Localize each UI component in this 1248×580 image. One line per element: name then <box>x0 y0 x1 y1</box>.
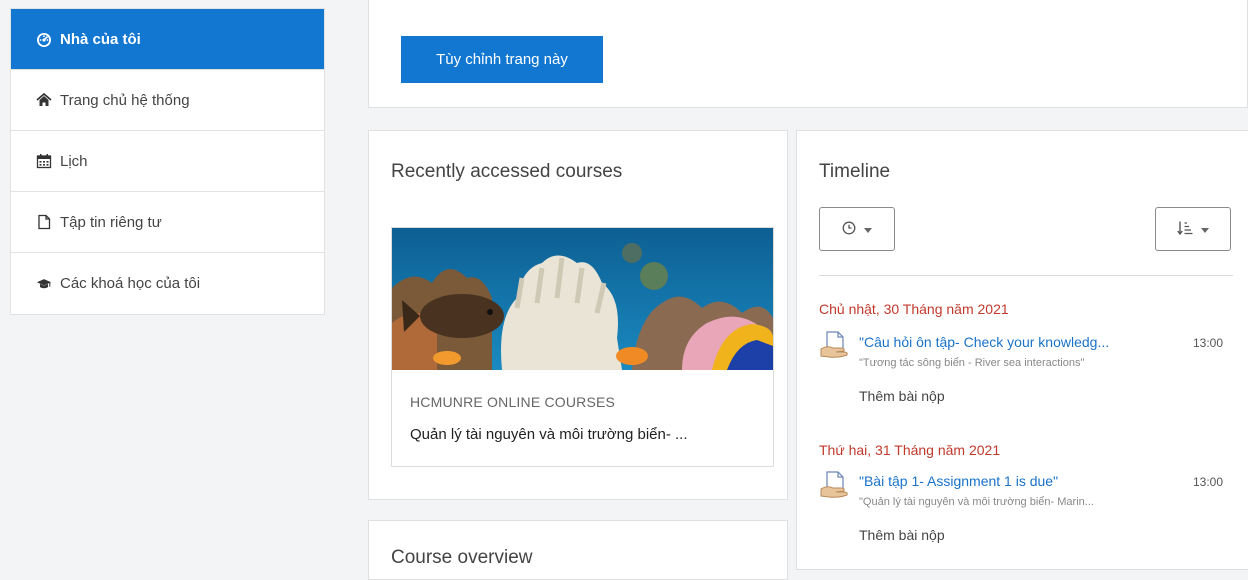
sidebar-item-label: Các khoá học của tôi <box>60 275 201 292</box>
timeline-date: Chủ nhật, 30 Tháng năm 2021 <box>819 301 1009 317</box>
timeline-event-link[interactable]: "Bài tập 1- Assignment 1 is due" <box>859 473 1058 489</box>
assignment-icon <box>820 331 848 358</box>
timeline-event-link[interactable]: "Câu hỏi ôn tập- Check your knowledg... <box>859 334 1109 350</box>
sidebar-item-site-home[interactable]: Trang chủ hệ thống <box>11 70 324 131</box>
sort-icon <box>1177 220 1193 239</box>
timeline-event-time: 13:00 <box>1193 475 1224 489</box>
sidebar-item-label: Nhà của tôi <box>60 30 141 48</box>
dashboard-icon <box>36 31 52 47</box>
sidebar-item-label: Lịch <box>60 152 88 170</box>
chevron-down-icon <box>1201 222 1209 237</box>
sidebar-nav: Nhà của tôi Trang chủ hệ thống Lịch Tập … <box>10 8 325 315</box>
clock-icon <box>842 221 856 238</box>
course-card[interactable]: HCMUNRE ONLINE COURSES Quản lý tài nguyê… <box>391 227 774 467</box>
timeline-date: Thứ hai, 31 Tháng năm 2021 <box>819 442 1001 458</box>
sidebar-item-my-courses[interactable]: Các khoá học của tôi <box>11 253 324 314</box>
add-submission-link[interactable]: Thêm bài nộp <box>859 388 945 404</box>
course-image <box>392 228 773 370</box>
customize-page-button[interactable]: Tùy chỉnh trang này <box>401 36 603 83</box>
course-overview-title: Course overview <box>391 547 533 568</box>
file-icon <box>36 214 52 230</box>
timeline-event-time: 13:00 <box>1193 336 1224 350</box>
graduation-cap-icon <box>36 276 52 292</box>
timeline-event-course: "Quản lý tài nguyên và môi trường biển- … <box>859 496 1094 508</box>
sidebar-item-private-files[interactable]: Tập tin riêng tư <box>11 192 324 253</box>
page-header-card: Tùy chỉnh trang này <box>368 0 1248 108</box>
sidebar-item-label: Tập tin riêng tư <box>60 213 162 231</box>
chevron-down-icon <box>864 222 872 237</box>
assignment-icon <box>820 471 848 498</box>
timeline-sort-dropdown[interactable] <box>1155 207 1231 251</box>
sidebar-item-label: Trang chủ hệ thống <box>60 91 190 109</box>
sidebar-item-dashboard[interactable]: Nhà của tôi <box>11 9 324 70</box>
timeline-title: Timeline <box>819 161 891 182</box>
calendar-icon <box>36 153 52 169</box>
recently-accessed-block: Recently accessed courses HCMUNRE ONLINE… <box>368 130 788 500</box>
recently-accessed-title: Recently accessed courses <box>391 161 623 182</box>
timeline-block: Timeline Chủ nhật, 30 Tháng năm 2021 "Câ… <box>796 130 1248 570</box>
timeline-divider <box>819 275 1233 276</box>
timeline-filter-dropdown[interactable] <box>819 207 895 251</box>
timeline-event-course: "Tương tác sông biển - River sea interac… <box>859 357 1085 369</box>
sidebar-item-calendar[interactable]: Lịch <box>11 131 324 192</box>
course-name-link[interactable]: Quản lý tài nguyên và môi trường biển- .… <box>410 426 688 443</box>
home-icon <box>36 92 52 108</box>
course-category: HCMUNRE ONLINE COURSES <box>410 394 616 410</box>
course-overview-block: Course overview <box>368 520 788 580</box>
add-submission-link[interactable]: Thêm bài nộp <box>859 527 945 543</box>
